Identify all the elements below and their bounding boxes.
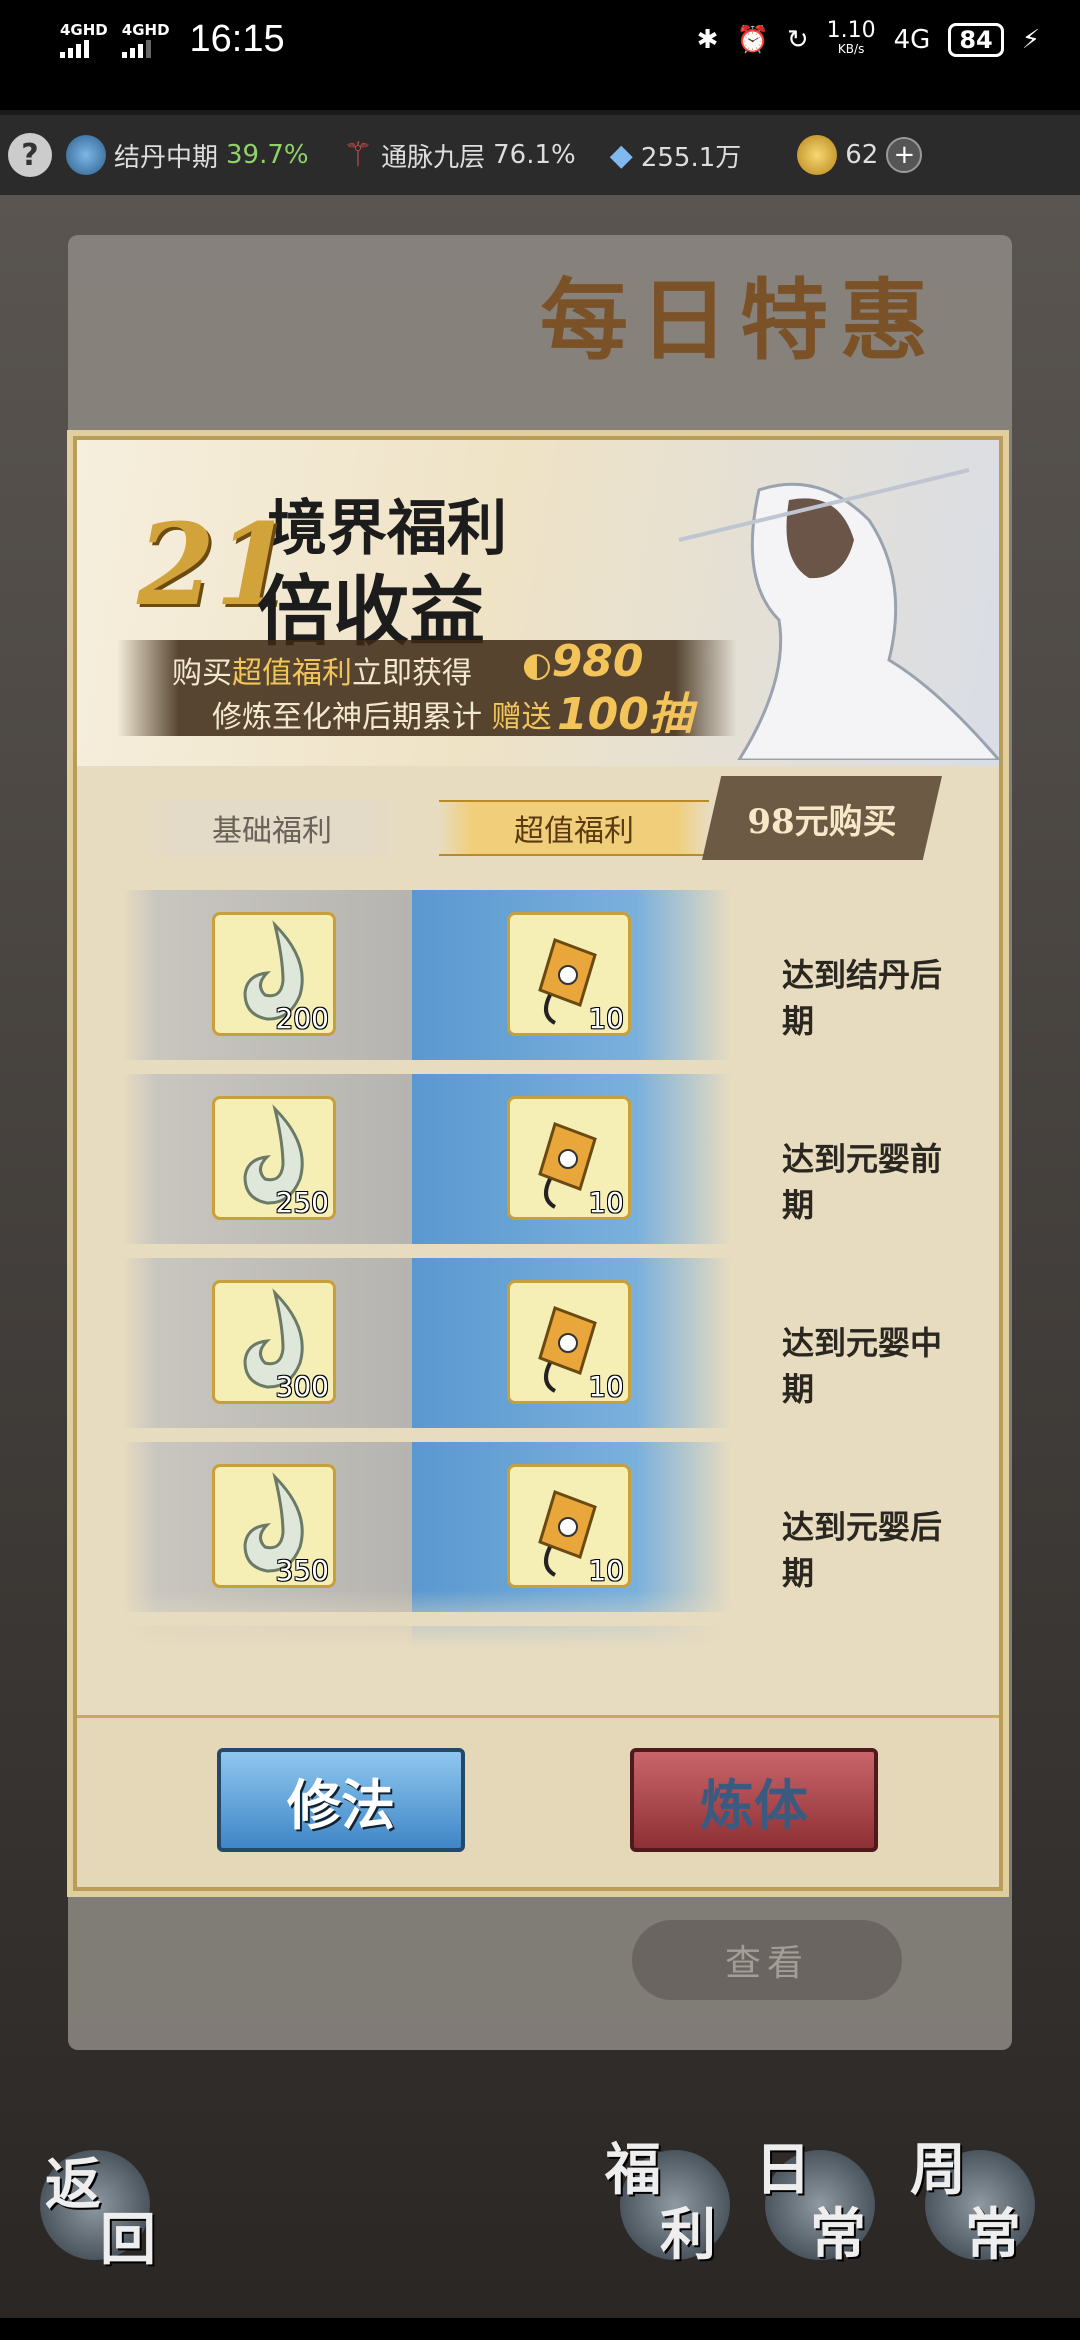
network-label-2: 4GHD [121, 20, 170, 39]
network-label: 4GHD [60, 20, 108, 39]
jade-coin-icon: ◐ [522, 645, 552, 685]
realm-welfare-dialog: 境界福利 21 倍收益 购买超值福利立即获得 ◐980 修炼至化神后期累计 赠送… [73, 436, 1003, 1891]
tab-basic-welfare[interactable]: 基础福利 [137, 800, 407, 856]
welfare-button-char2[interactable]: 利 [660, 2190, 716, 2271]
weekly-tasks-button-char2[interactable]: 常 [965, 2190, 1021, 2271]
network-speed: 1.10 KB/s [826, 18, 876, 57]
basic-reward-cell: 250 [122, 1074, 412, 1244]
talisman-item[interactable]: 10 [507, 1096, 631, 1220]
list-fade [77, 1590, 999, 1650]
welfare-tabs: 基础福利 超值福利 98元购买 [77, 770, 999, 860]
value-reward-cell: 10 [412, 1074, 732, 1244]
back-button-char2[interactable]: 回 [100, 2195, 156, 2276]
reward-row: 250 10 达到元婴前期 [122, 1074, 972, 1244]
cultivation-stat: 结丹中期 39.7% [66, 135, 309, 175]
tab-value-welfare[interactable]: 超值福利 [439, 800, 709, 856]
spirit-flame-item[interactable]: 250 [212, 1096, 336, 1220]
item-quantity: 10 [588, 1554, 624, 1587]
reward-condition: 达到元婴前期 [782, 1140, 943, 1224]
yin-yang-icon [66, 135, 106, 175]
banner-line-2: 修炼至化神后期累计 赠送 [212, 700, 552, 735]
welfare-button[interactable]: 福 [605, 2125, 661, 2206]
reward-condition: 达到元婴后期 [782, 1508, 943, 1592]
banner-draws: 100抽 [557, 689, 693, 740]
spirit-flame-item[interactable]: 200 [212, 912, 336, 1036]
basic-reward-cell: 200 [122, 890, 412, 1060]
battery-indicator: 84 [948, 23, 1004, 57]
add-token-button[interactable]: + [886, 137, 923, 173]
daily-tasks-button-char2[interactable]: 常 [810, 2190, 866, 2271]
token-stat: 62 + [797, 135, 923, 175]
buy-button[interactable]: 98元购买 [702, 776, 942, 860]
crystal-stat: ◆ 255.1万 [609, 137, 742, 173]
spirit-flame-item[interactable]: 300 [212, 1280, 336, 1404]
dragon-coin-icon [797, 135, 838, 175]
value-reward-cell: 10 [412, 890, 732, 1060]
weekly-tasks-button[interactable]: 周 [910, 2125, 966, 2206]
talisman-item[interactable]: 10 [507, 912, 631, 1036]
item-quantity: 300 [275, 1370, 329, 1403]
charging-icon: ⚡ [1021, 25, 1040, 55]
signal-icon: 4GHD [60, 22, 108, 58]
sync-icon: ↻ [786, 25, 809, 55]
item-quantity: 10 [588, 1370, 624, 1403]
cultivate-method-button[interactable]: 修法 [217, 1748, 465, 1852]
talisman-item[interactable]: 10 [507, 1464, 631, 1588]
resource-bar: ? 结丹中期 39.7% ⚚ 通脉九层 76.1% ◆ 255.1万 62 + [0, 115, 1080, 195]
value-reward-cell: 10 [412, 1442, 732, 1612]
item-quantity: 10 [588, 1186, 624, 1219]
meridian-icon: ⚚ [342, 135, 374, 175]
item-quantity: 350 [275, 1554, 329, 1587]
reward-row: 300 10 达到元婴中期 [122, 1258, 972, 1428]
dialog-footer: 修法 炼体 [77, 1715, 999, 1887]
help-button[interactable]: ? [8, 133, 52, 177]
talisman-item[interactable]: 10 [507, 1280, 631, 1404]
daily-offer-title: 每日特惠 [540, 268, 941, 372]
meridian-stat: ⚚ 通脉九层 76.1% [342, 135, 576, 175]
mobile-data-label: 4G [893, 25, 931, 55]
item-quantity: 200 [275, 1002, 329, 1035]
item-quantity: 10 [588, 1002, 624, 1035]
view-button[interactable]: 查看 [632, 1920, 902, 2000]
basic-reward-cell: 350 [122, 1442, 412, 1612]
clock: 16:15 [189, 18, 285, 60]
back-button[interactable]: 返 [45, 2140, 101, 2221]
system-nav-bar [0, 2318, 1080, 2340]
value-reward-cell: 10 [412, 1258, 732, 1428]
item-quantity: 250 [275, 1186, 329, 1219]
reward-condition: 达到元婴中期 [782, 1324, 943, 1408]
reward-row: 200 10 达到结丹后期 [122, 890, 972, 1060]
spirit-flame-item[interactable]: 350 [212, 1464, 336, 1588]
banner-line-1: 购买超值福利立即获得 [172, 656, 472, 691]
signal-icon-2: 4GHD [121, 20, 170, 58]
reward-condition: 达到结丹后期 [782, 956, 943, 1040]
daily-tasks-button[interactable]: 日 [755, 2125, 811, 2206]
reward-list[interactable]: 200 10 达到结丹后期 250 10 达到元婴前期 300 10 达到元婴中… [77, 890, 999, 1650]
alarm-icon: ⏰ [736, 25, 769, 55]
body-refine-button[interactable]: 炼体 [630, 1748, 878, 1852]
reward-row: 350 10 达到元婴后期 [122, 1442, 972, 1612]
bluetooth-icon: ✱ [696, 25, 719, 55]
status-bar: 4GHD 4GHD 16:15 ✱ ⏰ ↻ 1.10 KB/s 4G 84 ⚡ [0, 0, 1080, 110]
crystal-icon: ◆ [609, 137, 633, 173]
promo-banner: 境界福利 21 倍收益 购买超值福利立即获得 ◐980 修炼至化神后期累计 赠送… [77, 440, 999, 766]
basic-reward-cell: 300 [122, 1258, 412, 1428]
